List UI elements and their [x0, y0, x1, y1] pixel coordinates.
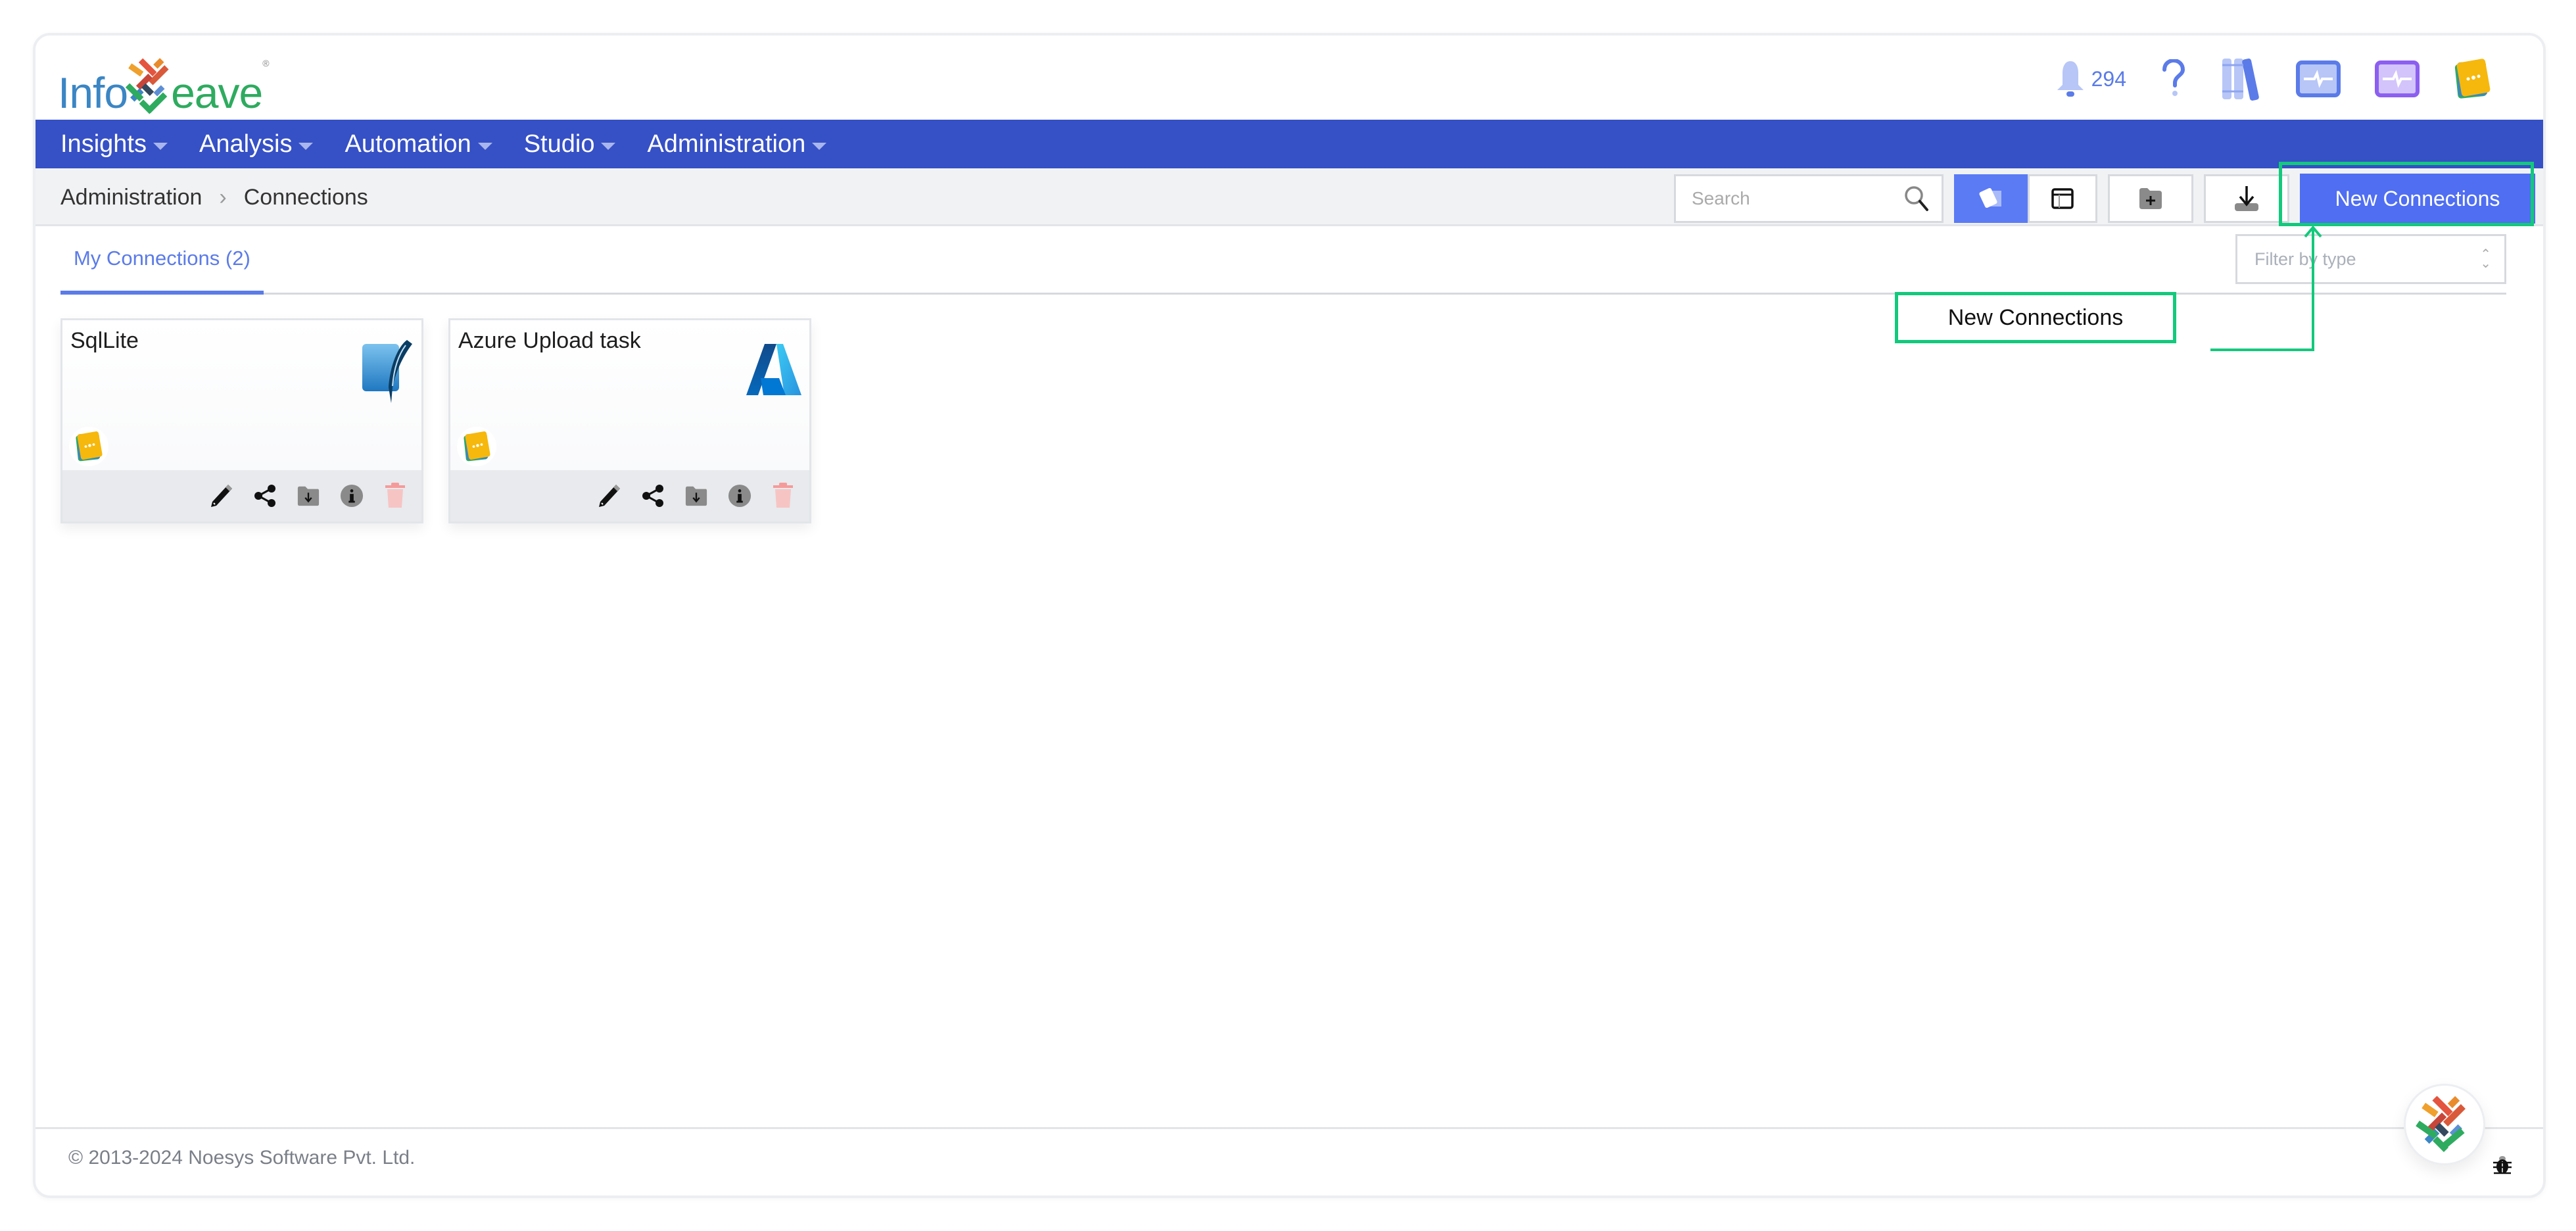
library-button[interactable]	[2221, 57, 2262, 101]
card-view-button[interactable]	[1954, 174, 2028, 223]
app-window: Info eave ® 294 Insights Analysis Automa…	[33, 33, 2546, 1198]
delete-icon	[385, 483, 405, 508]
monitor-activity-purple-icon	[2375, 60, 2420, 97]
info-button[interactable]	[340, 483, 364, 508]
new-folder-button[interactable]	[2108, 174, 2193, 223]
library-icon	[2222, 58, 2259, 101]
caret-down-icon	[601, 142, 616, 150]
filter-placeholder: Filter by type	[2254, 249, 2356, 269]
nav-automation-label: Automation	[345, 130, 471, 158]
edit-button[interactable]	[210, 483, 233, 508]
main-nav: Insights Analysis Automation Studio Admi…	[36, 120, 2543, 168]
report-bug-button[interactable]	[2492, 1155, 2513, 1179]
nav-analysis[interactable]: Analysis	[199, 130, 314, 158]
table-view-button[interactable]	[2028, 174, 2097, 223]
share-icon	[642, 485, 663, 507]
sqlite-logo-icon	[361, 340, 414, 406]
download-folder-button[interactable]	[297, 483, 320, 508]
notifications-button[interactable]: 294	[2053, 59, 2126, 99]
connection-card[interactable]: SqlLite	[60, 318, 423, 523]
user-avatar-icon	[464, 431, 490, 462]
owner-avatar	[69, 427, 108, 466]
help-button[interactable]	[2160, 59, 2187, 99]
caret-down-icon	[812, 142, 827, 150]
breadcrumb-administration[interactable]: Administration	[60, 185, 202, 210]
download-icon	[2235, 186, 2258, 211]
nav-insights[interactable]: Insights	[60, 130, 168, 158]
logo-text-info: Info	[58, 68, 128, 117]
bell-icon	[2057, 61, 2084, 97]
nav-administration-label: Administration	[647, 130, 806, 158]
nav-insights-label: Insights	[60, 130, 147, 158]
nav-analysis-label: Analysis	[199, 130, 293, 158]
edit-button[interactable]	[598, 483, 621, 508]
edit-icon	[599, 485, 620, 507]
card-view-icon	[1979, 187, 2001, 208]
info-icon	[340, 484, 364, 508]
share-button[interactable]	[641, 483, 665, 508]
download-button[interactable]	[2204, 174, 2289, 223]
breadcrumb: Administration › Connections	[60, 168, 368, 226]
card-actions	[450, 470, 809, 521]
infoveave-logo[interactable]: Info eave ®	[58, 49, 270, 114]
delete-icon	[773, 483, 793, 508]
azure-logo-icon	[746, 344, 801, 400]
top-header: Info eave ® 294	[36, 36, 2543, 120]
breadcrumb-bar: Administration › Connections Search New …	[36, 168, 2543, 226]
filter-by-type-select[interactable]: Filter by type ⌃ ⌄	[2235, 234, 2506, 284]
logo-weave-icon	[125, 58, 169, 114]
share-button[interactable]	[253, 483, 277, 508]
monitor-button[interactable]	[2296, 60, 2341, 97]
infoveave-assistant-button[interactable]	[2404, 1084, 2485, 1165]
annotation-label: New Connections	[1895, 292, 2176, 343]
share-icon	[254, 485, 275, 507]
breadcrumb-connections: Connections	[243, 184, 368, 210]
user-avatar-icon	[76, 431, 103, 462]
bug-icon	[2493, 1156, 2512, 1174]
monitor-activity-icon	[2296, 60, 2341, 97]
chevron-right-icon: ›	[219, 184, 227, 210]
caret-down-icon	[298, 142, 314, 150]
tab-row: My Connections (2) Filter by type ⌃ ⌄	[60, 226, 2506, 295]
download-folder-icon	[685, 486, 707, 506]
connection-name: Azure Upload task	[458, 328, 641, 353]
tab-my-connections[interactable]: My Connections (2)	[60, 226, 264, 295]
download-folder-button[interactable]	[684, 483, 708, 508]
nav-automation[interactable]: Automation	[345, 130, 492, 158]
nav-studio[interactable]: Studio	[524, 130, 616, 158]
logo-text-eave: eave	[171, 68, 263, 117]
search-icon[interactable]	[1903, 185, 1930, 212]
download-folder-icon	[297, 486, 320, 506]
connection-name: SqlLite	[70, 328, 139, 353]
footer-divider	[36, 1127, 2543, 1129]
info-icon	[728, 484, 751, 508]
caret-down-icon	[153, 142, 168, 150]
copyright-text: © 2013-2024 Noesys Software Pvt. Ltd.	[68, 1147, 416, 1169]
new-folder-icon	[2139, 188, 2162, 209]
toolbar: New Connections	[1674, 172, 2535, 225]
search-box	[1674, 174, 1944, 223]
notification-count: 294	[2091, 66, 2126, 91]
select-arrows-icon: ⌃ ⌄	[2480, 247, 2491, 271]
nav-studio-label: Studio	[523, 130, 595, 158]
search-input[interactable]	[1690, 187, 1890, 210]
card-actions	[62, 470, 421, 521]
help-icon	[2162, 59, 2185, 96]
table-view-icon	[2051, 188, 2074, 209]
infoveave-logo-icon	[2416, 1096, 2466, 1153]
registered-mark: ®	[262, 58, 270, 68]
monitor-purple-button[interactable]	[2375, 60, 2420, 97]
edit-icon	[211, 485, 232, 507]
caret-down-icon	[477, 142, 492, 150]
delete-button[interactable]	[771, 483, 795, 508]
header-icons: 294	[2053, 54, 2491, 104]
delete-button[interactable]	[383, 483, 407, 508]
info-button[interactable]	[728, 483, 751, 508]
nav-administration[interactable]: Administration	[647, 130, 827, 158]
user-avatar-icon	[2454, 59, 2491, 99]
connection-card[interactable]: Azure Upload task	[448, 318, 811, 523]
user-menu-button[interactable]	[2454, 58, 2491, 100]
new-connections-button[interactable]: New Connections	[2300, 174, 2535, 224]
owner-avatar	[457, 427, 496, 466]
